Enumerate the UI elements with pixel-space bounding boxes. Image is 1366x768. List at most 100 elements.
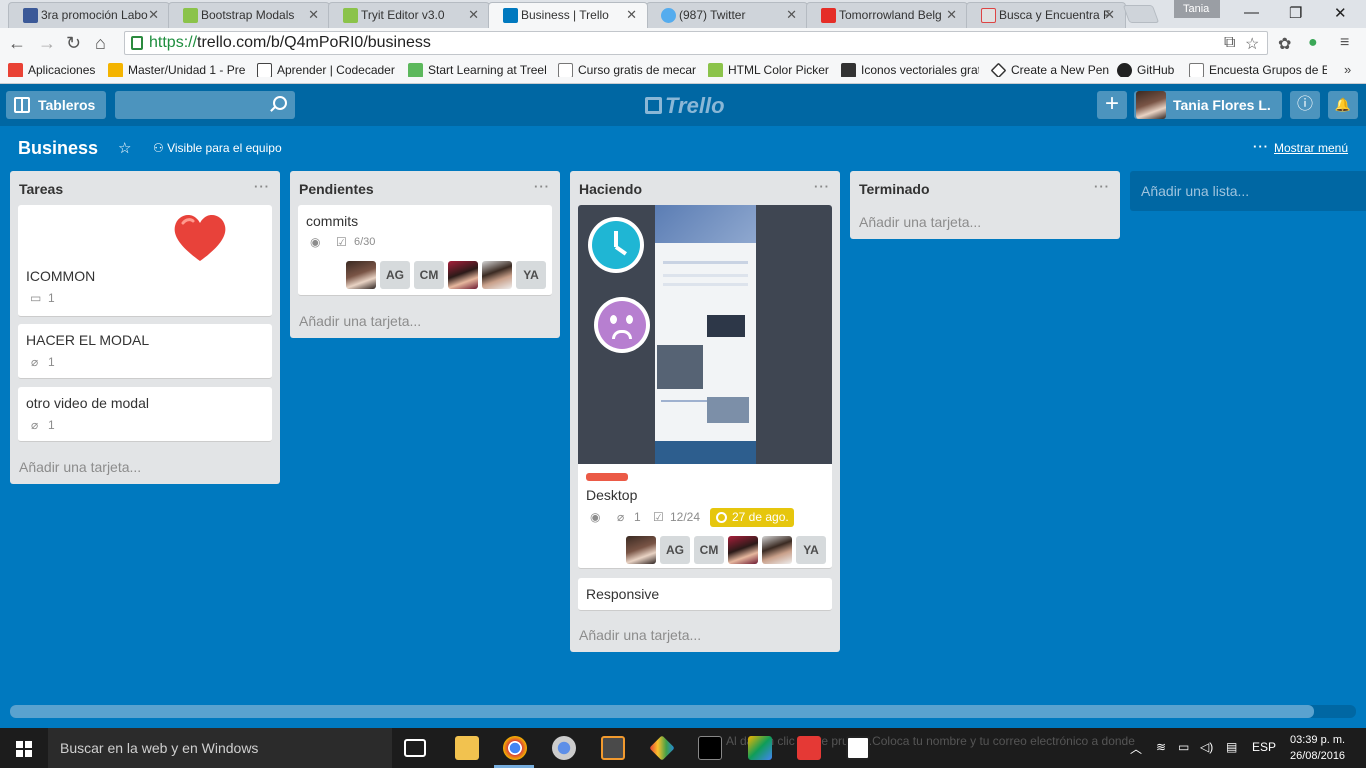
browser-tab-trello[interactable]: Business | Trello ✕ <box>488 2 648 28</box>
chrome-icon[interactable] <box>503 736 527 760</box>
member-avatar[interactable] <box>482 261 512 289</box>
close-tab-icon[interactable]: ✕ <box>308 7 319 23</box>
bookmark-apps[interactable]: Aplicaciones <box>8 63 98 77</box>
bookmark-github[interactable]: GitHub <box>1117 63 1189 77</box>
language-indicator[interactable]: ESP <box>1252 740 1276 754</box>
add-card-link[interactable]: Añadir una tarjeta... <box>579 627 701 643</box>
search-input[interactable] <box>115 91 295 119</box>
trello-logo[interactable]: Trello <box>645 93 725 119</box>
show-hidden-icons-icon[interactable]: ︿ <box>1130 740 1142 757</box>
card-label-red[interactable] <box>586 473 628 481</box>
list-title[interactable]: Terminado <box>859 181 930 197</box>
list-menu-icon[interactable]: ··· <box>534 179 550 194</box>
back-icon[interactable]: ← <box>8 33 26 54</box>
bookmark-treehouse[interactable]: Start Learning at Treeh <box>408 63 546 77</box>
board-title[interactable]: Business <box>18 138 98 159</box>
close-window-icon[interactable]: ✕ <box>1334 4 1347 22</box>
new-tab-button[interactable] <box>1122 5 1160 23</box>
browser-tab-tryit[interactable]: Tryit Editor v3.0 ✕ <box>328 2 490 28</box>
bookmark-master[interactable]: Master/Unidad 1 - Pre <box>108 63 246 77</box>
grammarly-icon[interactable]: ● <box>1308 34 1318 52</box>
bookmark-star-icon[interactable]: ☆ <box>1245 34 1259 54</box>
extension-icon[interactable]: ✿ <box>1278 34 1291 54</box>
volume-icon[interactable]: ◁) <box>1200 740 1213 754</box>
card-otro-video[interactable]: otro video de modal ⌀ 1 <box>18 387 272 442</box>
taskbar-search-input[interactable]: Buscar en la web y en Windows <box>48 728 392 768</box>
more-bookmarks-icon[interactable]: » <box>1344 62 1351 77</box>
menu-dots-icon[interactable]: ··· <box>1253 139 1269 154</box>
user-menu-button[interactable]: Tania Flores L. <box>1134 91 1282 119</box>
browser-tab-bootstrap[interactable]: Bootstrap Modals ✕ <box>168 2 330 28</box>
member-initials[interactable]: YA <box>796 536 826 564</box>
add-list-button[interactable]: Añadir una lista... <box>1130 171 1366 211</box>
board-scrollbar[interactable] <box>10 705 1356 718</box>
sublime-text-icon[interactable] <box>601 736 625 760</box>
bookmark-encuesta[interactable]: Encuesta Grupos de E <box>1189 63 1327 77</box>
bookmark-iconos[interactable]: Iconos vectoriales grat <box>841 63 979 77</box>
file-explorer-icon[interactable] <box>455 736 479 760</box>
bookmark-curso[interactable]: Curso gratis de mecar <box>558 63 696 77</box>
bookmark-codecademy[interactable]: Aprender | Codecader <box>257 63 395 77</box>
translate-icon[interactable]: ⧉ <box>1224 34 1235 52</box>
browser-tab-busca[interactable]: Busca y Encuentra F ✕ <box>966 2 1126 28</box>
minimize-icon[interactable]: — <box>1244 4 1259 21</box>
task-view-icon[interactable] <box>404 739 426 757</box>
browser-tab-facebook[interactable]: 3ra promoción Labo ✕ <box>8 2 170 28</box>
card-commits[interactable]: commits ◉ ☑ 6/30 AG CM YA <box>298 205 552 296</box>
member-avatar[interactable] <box>448 261 478 289</box>
profile-chip[interactable]: Tania <box>1174 0 1220 18</box>
home-icon[interactable]: ⌂ <box>95 33 106 54</box>
member-initials[interactable]: CM <box>694 536 724 564</box>
add-card-link[interactable]: Añadir una tarjeta... <box>19 459 141 475</box>
photos-icon[interactable] <box>846 736 870 760</box>
card-desktop[interactable]: Desktop ◉ ⌀ 1 ☑ 12/24 27 de ago. AG CM Y… <box>578 205 832 569</box>
member-avatar[interactable] <box>626 536 656 564</box>
card-icommon[interactable]: ICOMMON ▭ 1 <box>18 205 272 317</box>
action-center-icon[interactable]: ▤ <box>1226 740 1237 754</box>
add-card-link[interactable]: Añadir una tarjeta... <box>299 313 421 329</box>
due-date-badge[interactable]: 27 de ago. <box>710 508 794 527</box>
reload-icon[interactable]: ↻ <box>66 33 81 54</box>
card-responsive[interactable]: Responsive <box>578 578 832 611</box>
boards-button[interactable]: Tableros <box>6 91 106 119</box>
chrome-menu-icon[interactable]: ≡ <box>1340 34 1349 52</box>
mp3-converter-icon[interactable] <box>797 736 821 760</box>
bookmark-color-picker[interactable]: HTML Color Picker <box>708 63 832 77</box>
list-title[interactable]: Tareas <box>19 181 63 197</box>
browser-tab-youtube[interactable]: Tomorrowland Belg ✕ <box>806 2 968 28</box>
address-bar[interactable]: https://trello.com/b/Q4mPoRI0/business <box>124 31 1268 55</box>
wifi-icon[interactable]: ≋ <box>1156 740 1166 754</box>
close-tab-icon[interactable]: ✕ <box>786 7 797 23</box>
member-initials[interactable]: AG <box>380 261 410 289</box>
member-avatar[interactable] <box>346 261 376 289</box>
close-tab-icon[interactable]: ✕ <box>1104 7 1115 23</box>
add-card-link[interactable]: Añadir una tarjeta... <box>859 214 981 230</box>
browser-tab-twitter[interactable]: (987) Twitter ✕ <box>646 2 808 28</box>
card-hacer-el-modal[interactable]: HACER EL MODAL ⌀ 1 <box>18 324 272 379</box>
list-menu-icon[interactable]: ··· <box>254 179 270 194</box>
search-icon[interactable] <box>273 96 287 110</box>
forward-icon[interactable]: → <box>38 33 56 54</box>
chrome-canary-icon[interactable] <box>552 736 576 760</box>
list-title[interactable]: Pendientes <box>299 181 374 197</box>
close-tab-icon[interactable]: ✕ <box>468 7 479 23</box>
close-tab-icon[interactable]: ✕ <box>626 7 637 23</box>
start-button[interactable] <box>0 728 48 768</box>
visibility-button[interactable]: ⚇ Visible para el equipo <box>153 141 282 155</box>
member-avatar[interactable] <box>728 536 758 564</box>
list-title[interactable]: Haciendo <box>579 181 642 197</box>
close-tab-icon[interactable]: ✕ <box>148 7 159 23</box>
member-initials[interactable]: YA <box>516 261 546 289</box>
star-icon[interactable]: ☆ <box>118 139 131 157</box>
show-menu-link[interactable]: Mostrar menú <box>1274 141 1348 155</box>
list-menu-icon[interactable]: ··· <box>814 179 830 194</box>
close-tab-icon[interactable]: ✕ <box>946 7 957 23</box>
system-clock[interactable]: 03:39 p. m. 26/08/2016 <box>1290 732 1345 764</box>
battery-icon[interactable]: ▭ <box>1178 740 1189 754</box>
info-icon[interactable]: ⓘ <box>1290 91 1320 119</box>
notifications-bell-icon[interactable]: 🔔 <box>1328 91 1358 119</box>
restore-icon[interactable]: ❐ <box>1289 4 1302 22</box>
member-avatar[interactable] <box>762 536 792 564</box>
git-icon[interactable] <box>649 735 675 761</box>
google-drive-icon[interactable] <box>748 736 772 760</box>
